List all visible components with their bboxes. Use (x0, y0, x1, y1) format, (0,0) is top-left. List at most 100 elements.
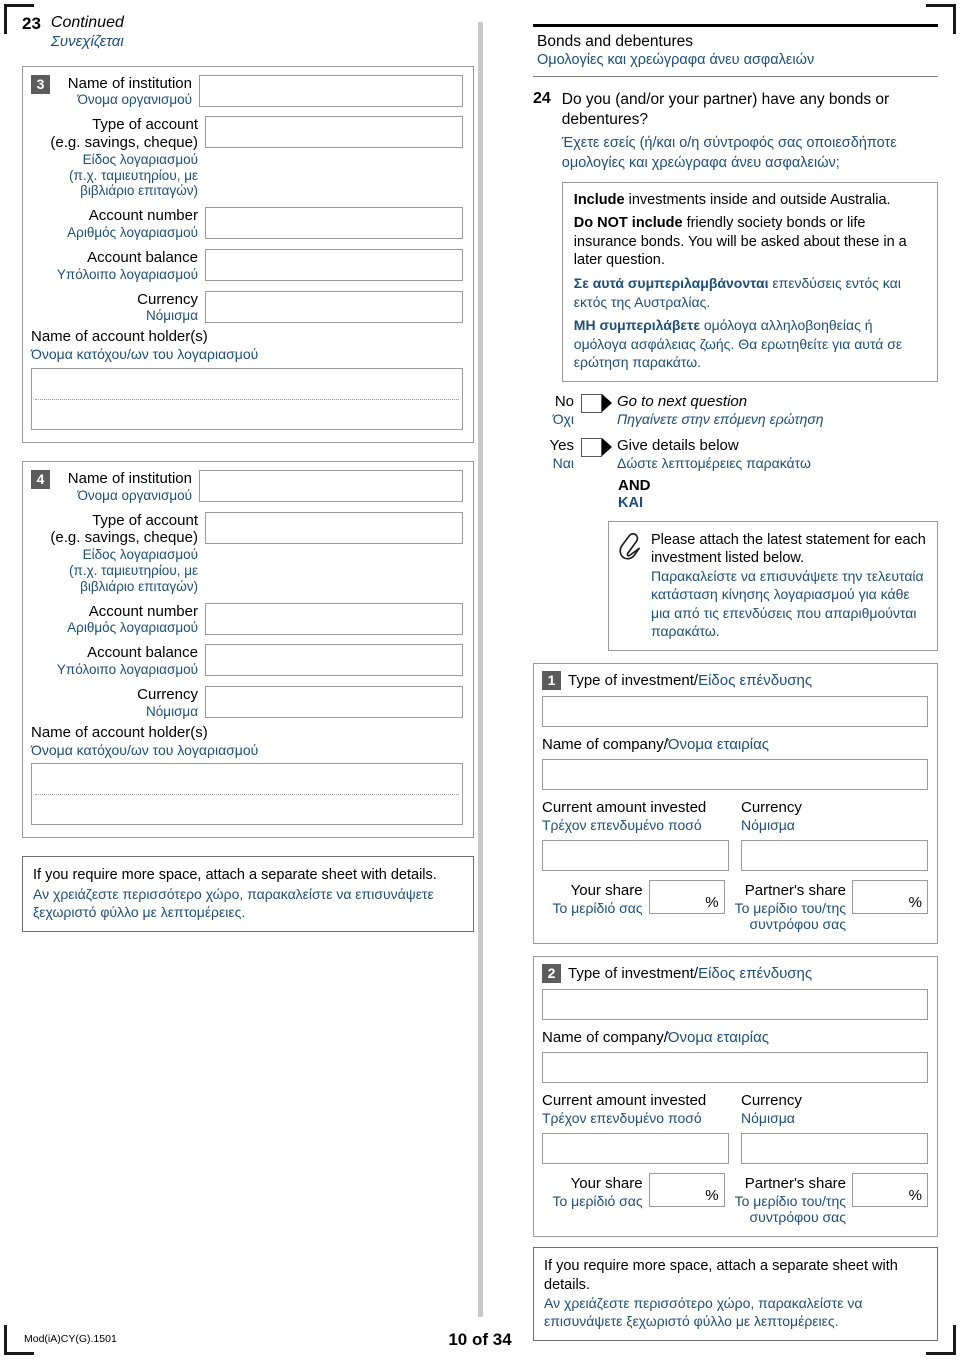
label-name-of-institution-gr: Όνομα οργανισμού (77, 92, 192, 108)
more-space-note-right: If you require more space, attach a sepa… (533, 1247, 938, 1342)
info-line-donot-include: Do NOT include friendly society bonds or… (574, 214, 927, 269)
label-currency-en: Currency (137, 290, 198, 308)
investment-1-amount-currency: Current amount invested Τρέχον επενδυμέν… (542, 799, 928, 871)
investment-2-shares: Your share Το μερίδιό σας % Partner's sh… (542, 1172, 928, 1227)
input-investment-company-2[interactable] (542, 1052, 928, 1084)
investment-type-label-2: Type of investment/Είδος επένδυσης (568, 965, 812, 982)
input-account-number-3[interactable] (205, 207, 463, 240)
partner-share-label-2-gr-b: συντρόφου σας (749, 1209, 846, 1226)
question-text-en: Do you (and/or your partner) have any bo… (561, 91, 890, 128)
investment-amount-label-2-gr: Τρέχον επενδυμένο ποσό (542, 1110, 702, 1127)
input-investment-currency-2[interactable] (741, 1132, 928, 1164)
input-account-holder-3[interactable] (31, 368, 463, 430)
investment-1-currency: Currency Νόμισμα (741, 799, 928, 871)
input-investment-type-2[interactable] (542, 989, 928, 1021)
label-account-number-en: Account number (88, 207, 198, 225)
investment-1-your-share: Your share Το μερίδιό σας % (542, 879, 725, 917)
input-your-share-2[interactable]: % (648, 1172, 725, 1207)
continued-label-en: Continued (50, 14, 124, 31)
label-type-of-account-en-2: (e.g. savings, cheque) (50, 133, 198, 151)
investment-2-amount-currency: Current amount invested Τρέχον επενδυμέν… (542, 1092, 928, 1164)
investment-currency-label-1-gr: Νόμισμα (741, 817, 795, 834)
investment-1-shares: Your share Το μερίδιό σας % Partner's sh… (542, 879, 928, 934)
checkbox-yes[interactable] (581, 437, 612, 457)
checkbox-no-square[interactable] (581, 393, 602, 413)
input-partner-share-2[interactable]: % (852, 1172, 928, 1207)
investment-badge-2: 2 (542, 964, 561, 984)
section-title-en: Bonds and debentures (537, 33, 693, 50)
input-currency-3[interactable] (205, 290, 463, 323)
percent-sign-your-share-2: % (705, 1186, 719, 1204)
investment-type-label-1-en: Type of investment/ (568, 672, 699, 690)
your-share-label-1-en: Your share (570, 881, 643, 899)
and-label-gr: ΚΑΙ (618, 495, 643, 512)
input-investment-company-1[interactable] (542, 759, 928, 791)
answer-no-action: Go to next question Πηγαίνετε στην επόμε… (611, 393, 824, 428)
input-type-of-account-4[interactable] (205, 511, 463, 544)
investment-2-currency: Currency Νόμισμα (741, 1092, 928, 1164)
label-account-holder-gr-4: Όνομα κατόχου/ων του λογαριασμού (31, 741, 259, 758)
block-badge-4: 4 (31, 470, 50, 489)
input-account-balance-4[interactable] (205, 644, 463, 677)
input-currency-4[interactable] (205, 685, 463, 718)
your-share-label-1: Your share Το μερίδιό σας (552, 880, 648, 917)
attach-statement-gr: Παρακαλείστε να επισυνάψετε την τελευταί… (651, 568, 924, 639)
input-investment-type-1[interactable] (542, 696, 928, 728)
left-column: 23 Continued Συνεχίζεται 3 Name of insti… (22, 14, 474, 933)
partner-share-label-2-en: Partner's share (744, 1174, 846, 1192)
section-rule-bottom (533, 76, 938, 78)
checkbox-no[interactable] (581, 393, 612, 413)
investment-1-partner-share: Partner's share Το μερίδιο του/της συντρ… (735, 879, 928, 934)
input-name-of-institution-4[interactable] (199, 470, 463, 502)
answer-option-yes: Yes Ναι Give details below Δώστε λεπτομέ… (537, 437, 938, 472)
input-investment-amount-2[interactable] (542, 1132, 729, 1164)
investment-2-amount: Current amount invested Τρέχον επενδυμέν… (542, 1092, 729, 1164)
percent-sign-your-share-1: % (705, 893, 719, 911)
investment-2-header: 2 Type of investment/Είδος επένδυσης (542, 964, 928, 984)
answer-no-action-gr: Πηγαίνετε στην επόμενη ερώτηση (617, 410, 824, 427)
input-account-number-4[interactable] (205, 602, 463, 635)
input-your-share-1[interactable]: % (648, 879, 725, 914)
block-badge-3: 3 (31, 74, 50, 94)
label-account-holder-en: Name of account holder(s) (31, 328, 208, 346)
label-account-holder-en-4: Name of account holder(s) (31, 723, 208, 741)
investment-2-partner-share: Partner's share Το μερίδιο του/της συντρ… (734, 1172, 928, 1227)
partner-share-label-1: Partner's share Το μερίδιο του/της συντρ… (735, 880, 852, 934)
your-share-label-2-en: Your share (570, 1174, 643, 1192)
label-type-of-account-en-4b: (e.g. savings, cheque) (50, 529, 198, 547)
more-space-note-right-gr: Αν χρειάζεστε περισσότερο χώρο, παρακαλε… (544, 1294, 863, 1329)
input-investment-amount-1[interactable] (542, 839, 729, 871)
answer-yes-action-gr: Δώστε λεπτομέρειες παρακάτω (617, 454, 811, 471)
checkbox-yes-square[interactable] (581, 437, 602, 457)
your-share-label-1-gr: Το μερίδιό σας (552, 899, 643, 916)
your-share-label-2: Your share Το μερίδιό σας (552, 1173, 648, 1210)
section-title-gr: Ομολογίες και χρεώγραφα άνευ ασφαλειών (537, 52, 815, 69)
holder-row-divider (35, 399, 459, 400)
label-type-of-account-en-4a: Type of account (92, 511, 198, 529)
attach-statement-text: Please attach the latest statement for e… (651, 531, 927, 640)
partner-share-label-2-gr-a: Το μερίδιο του/της (734, 1192, 846, 1209)
include-exclude-infobox: Include investments inside and outside A… (561, 181, 938, 382)
label-type-of-account-gr-4c: βιβλιάριο επιταγών) (80, 578, 198, 594)
input-name-of-institution-3[interactable] (199, 74, 463, 107)
label-account-balance-en-4: Account balance (87, 644, 198, 662)
input-partner-share-1[interactable]: % (852, 879, 928, 914)
footer-page-number: 10 of 34 (448, 1330, 512, 1349)
more-space-note-left-en: If you require more space, attach a sepa… (33, 867, 437, 884)
input-type-of-account-3[interactable] (205, 116, 463, 149)
paperclip-icon (617, 531, 643, 640)
investment-currency-label-2-en: Currency (741, 1092, 802, 1110)
investment-1-header: 1 Type of investment/Είδος επένδυσης (542, 671, 928, 691)
input-account-balance-3[interactable] (205, 248, 463, 281)
input-account-holder-4[interactable] (31, 763, 463, 826)
attach-statement-en: Please attach the latest statement for e… (651, 531, 926, 567)
account-block-4: 4 Name of institution Όνομα οργανισμού T… (22, 461, 474, 839)
label-account-holder-4: Name of account holder(s) Όνομα κατόχου/… (31, 724, 463, 759)
label-account-balance-gr-4: Υπόλοιπο λογαριασμού (56, 662, 198, 678)
info-include-rest: investments inside and outside Australia… (624, 191, 891, 208)
input-investment-currency-1[interactable] (741, 839, 928, 871)
label-name-of-institution-gr-4: Όνομα οργανισμού (77, 487, 192, 503)
question-24: 24 Do you (and/or your partner) have any… (533, 90, 938, 382)
investment-amount-label-2-en: Current amount invested (542, 1092, 707, 1110)
answer-no-label-en: No (554, 392, 574, 410)
